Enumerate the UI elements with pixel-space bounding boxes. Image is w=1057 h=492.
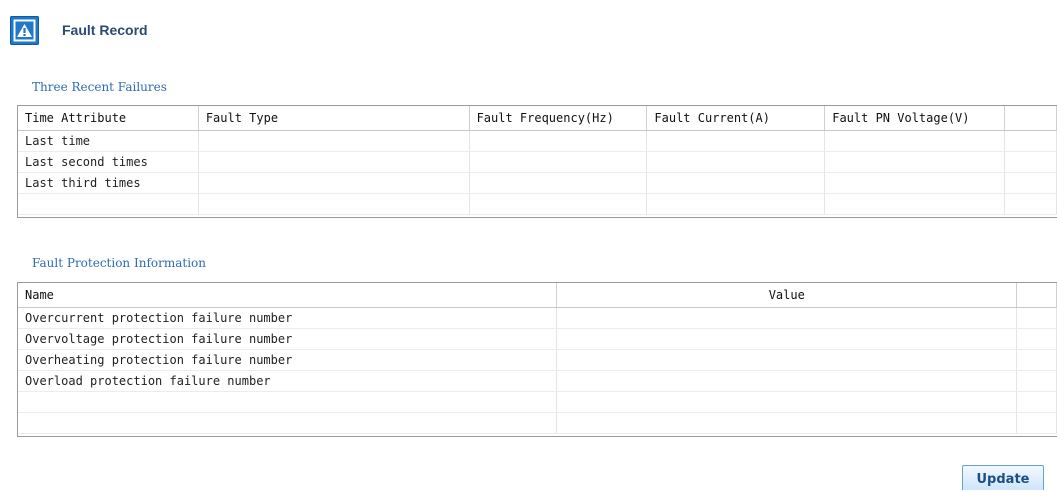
table-row: Last third times	[18, 173, 1057, 194]
cell-name: Overheating protection failure number	[18, 350, 558, 370]
table-row: Last time	[18, 131, 1057, 152]
column-header-fault-current: Fault Current(A)	[647, 106, 826, 130]
table-row: Last second times	[18, 152, 1057, 173]
table-row	[18, 194, 1057, 215]
cell-value	[557, 371, 1018, 391]
table-header-row: Time Attribute Fault Type Fault Frequenc…	[18, 106, 1057, 131]
table-row: Overheating protection failure number	[18, 350, 1057, 371]
cell-value	[557, 413, 1018, 433]
cell-extra	[1017, 308, 1057, 328]
cell-value	[557, 308, 1018, 328]
cell-name: Overcurrent protection failure number	[18, 308, 558, 328]
cell-extra	[1017, 329, 1057, 349]
cell-time-attribute: Last time	[18, 131, 199, 151]
cell-fault-type	[199, 152, 470, 172]
cell-fault-type	[199, 131, 470, 151]
cell-fault-current	[647, 173, 826, 193]
table-row	[18, 392, 1057, 413]
cell-time-attribute	[18, 194, 199, 214]
column-header-fault-type: Fault Type	[199, 106, 470, 130]
cell-extra	[1017, 413, 1057, 433]
fault-warning-icon	[10, 15, 39, 45]
cell-fault-pn-voltage	[825, 152, 1006, 172]
table-header-row: Name Value	[18, 283, 1057, 308]
cell-name: Overvoltage protection failure number	[18, 329, 558, 349]
cell-value	[557, 392, 1018, 412]
cell-extra	[1005, 173, 1057, 193]
cell-extra	[1005, 131, 1057, 151]
cell-fault-pn-voltage	[825, 131, 1006, 151]
cell-name	[18, 392, 558, 412]
cell-extra	[1017, 392, 1057, 412]
column-header-fault-pn-voltage: Fault PN Voltage(V)	[825, 106, 1006, 130]
column-header-name: Name	[18, 283, 558, 307]
cell-name	[18, 413, 558, 433]
cell-fault-frequency	[470, 194, 648, 214]
cell-fault-pn-voltage	[825, 173, 1006, 193]
cell-fault-type	[199, 194, 470, 214]
cell-fault-type	[199, 173, 470, 193]
table-row: Overcurrent protection failure number	[18, 308, 1057, 329]
cell-fault-current	[647, 194, 826, 214]
cell-extra	[1017, 350, 1057, 370]
page-header: Fault Record	[10, 10, 148, 50]
column-header-fault-frequency: Fault Frequency(Hz)	[470, 106, 648, 130]
cell-fault-frequency	[470, 131, 648, 151]
cell-value	[557, 350, 1018, 370]
cell-fault-frequency	[470, 152, 648, 172]
column-header-extra	[1017, 283, 1057, 307]
table-row: Overload protection failure number	[18, 371, 1057, 392]
page-title: Fault Record	[62, 22, 148, 38]
cell-fault-frequency	[470, 173, 648, 193]
cell-time-attribute: Last second times	[18, 152, 199, 172]
cell-extra	[1017, 371, 1057, 391]
recent-failures-table: Time Attribute Fault Type Fault Frequenc…	[17, 105, 1057, 218]
cell-extra	[1005, 194, 1057, 214]
protection-info-table: Name Value Overcurrent protection failur…	[17, 282, 1057, 437]
cell-extra	[1005, 152, 1057, 172]
update-button[interactable]: Update	[962, 465, 1044, 490]
cell-name: Overload protection failure number	[18, 371, 558, 391]
cell-time-attribute: Last third times	[18, 173, 199, 193]
table-row	[18, 413, 1057, 434]
column-header-time-attribute: Time Attribute	[18, 106, 199, 130]
cell-fault-current	[647, 131, 826, 151]
column-header-extra	[1005, 106, 1057, 130]
cell-value	[557, 329, 1018, 349]
column-header-value: Value	[557, 283, 1018, 307]
cell-fault-current	[647, 152, 826, 172]
cell-fault-pn-voltage	[825, 194, 1006, 214]
protection-info-title: Fault Protection Information	[32, 256, 206, 270]
recent-failures-title: Three Recent Failures	[32, 80, 167, 94]
table-row: Overvoltage protection failure number	[18, 329, 1057, 350]
